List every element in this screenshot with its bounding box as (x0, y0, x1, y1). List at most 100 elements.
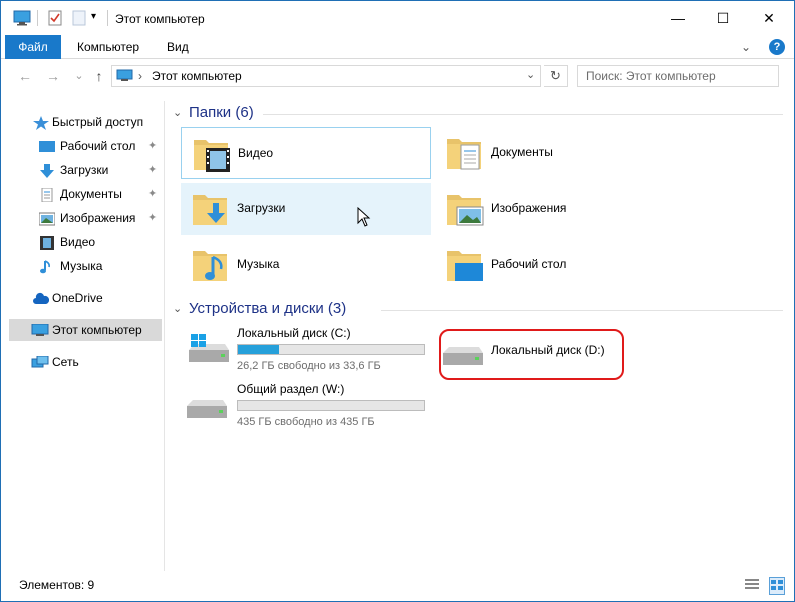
details-view-icon[interactable] (745, 578, 759, 593)
folder-label: Музыка (237, 257, 280, 271)
sidebar-item-label: Загрузки (60, 163, 109, 177)
drive-free-space: 26,2 ГБ свободно из 33,6 ГБ (237, 360, 381, 372)
drive-name: Общий раздел (W:) (237, 382, 345, 396)
items-count: Элементов: 9 (19, 578, 95, 592)
sidebar-item-videos[interactable]: Видео (1, 231, 161, 253)
customize-toolbar-icon[interactable]: ▾ (91, 11, 96, 29)
drive-usage-bar (237, 344, 425, 355)
video-folder-icon (192, 134, 230, 174)
folder-label: Загрузки (237, 201, 286, 215)
navigation-pane: Быстрый доступ Рабочий стол ✦ Загрузки ✦… (1, 101, 165, 571)
folder-label: Видео (238, 146, 274, 160)
network-icon (31, 355, 49, 369)
document-icon (39, 187, 55, 203)
tiles-view-icon[interactable] (769, 577, 785, 595)
folder-tile-music[interactable]: Музыка (181, 239, 431, 291)
ribbon-collapse-icon[interactable]: ⌄ (741, 35, 751, 59)
drive-w[interactable]: Общий раздел (W:) 435 ГБ свободно из 435… (181, 382, 441, 432)
maximize-button[interactable]: ☐ (700, 1, 746, 35)
cloud-icon (33, 291, 50, 305)
divider (381, 310, 783, 311)
sidebar-item-this-pc[interactable]: Этот компьютер (9, 319, 162, 341)
title-bar: ▾ Этот компьютер — ☐ ✕ (1, 1, 794, 35)
sidebar-item-quick-access[interactable]: Быстрый доступ (1, 111, 161, 133)
minimize-button[interactable]: — (655, 1, 701, 35)
drive-usage-bar (237, 400, 425, 411)
sidebar-item-desktop[interactable]: Рабочий стол ✦ (1, 135, 161, 157)
windows-drive-icon (185, 334, 231, 371)
computer-icon (116, 69, 134, 86)
folder-tile-desktop[interactable]: Рабочий стол (435, 239, 685, 291)
tab-view[interactable]: Вид (153, 35, 203, 59)
sidebar-item-label: Рабочий стол (60, 139, 136, 153)
drive-usage-fill (238, 345, 279, 354)
folder-tile-downloads[interactable]: Загрузки (181, 183, 431, 235)
chevron-down-icon: ⌄ (173, 107, 183, 119)
pin-icon[interactable]: ✦ (148, 135, 157, 157)
ribbon: Файл Компьютер Вид ⌄ ? (1, 35, 794, 59)
new-folder-icon[interactable] (71, 9, 87, 27)
maximize-icon: ☐ (716, 9, 730, 26)
help-icon[interactable]: ? (769, 39, 785, 55)
music-folder-icon (191, 245, 229, 285)
address-bar[interactable]: › Этот компьютер ⌄ (111, 65, 541, 87)
desktop-folder-icon (445, 245, 483, 285)
close-button[interactable]: ✕ (746, 1, 792, 35)
window-title: Этот компьютер (115, 12, 205, 26)
folder-tile-video[interactable]: Видео (181, 127, 431, 179)
devices-group-header[interactable]: ⌄ Устройства и диски (3) (167, 299, 787, 321)
address-dropdown-icon[interactable]: ⌄ (526, 68, 535, 81)
download-arrow-icon (39, 163, 55, 178)
sidebar-item-network[interactable]: Сеть (1, 351, 161, 373)
film-icon (39, 235, 55, 250)
pin-icon[interactable]: ✦ (148, 159, 157, 181)
computer-icon (31, 323, 49, 337)
picture-icon (38, 211, 56, 226)
folder-tile-documents[interactable]: Документы (435, 127, 685, 179)
sidebar-item-label: Документы (60, 187, 122, 201)
sidebar-item-label: Музыка (60, 259, 103, 273)
back-button[interactable]: ← (15, 67, 35, 85)
search-input[interactable]: Поиск: Этот компьютер (577, 65, 779, 87)
up-button[interactable]: ↑ (89, 67, 109, 85)
documents-folder-icon (445, 133, 483, 173)
folder-tile-pictures[interactable]: Изображения (435, 183, 685, 235)
breadcrumb[interactable]: Этот компьютер (152, 69, 242, 83)
folder-label: Рабочий стол (491, 257, 567, 271)
drive-icon (185, 396, 231, 423)
computer-icon[interactable] (13, 10, 31, 28)
folders-group-header[interactable]: ⌄ Папки (6) (167, 103, 787, 125)
sidebar-item-label: Изображения (60, 211, 136, 225)
sidebar-item-music[interactable]: Музыка (1, 255, 161, 277)
pin-icon[interactable]: ✦ (148, 183, 157, 205)
drive-c[interactable]: Локальный диск (C:) 26,2 ГБ свободно из … (181, 326, 441, 376)
sidebar-item-documents[interactable]: Документы ✦ (1, 183, 161, 205)
properties-icon[interactable] (47, 9, 63, 27)
recent-locations-button[interactable]: ⌄ (69, 67, 89, 85)
pin-icon[interactable]: ✦ (148, 207, 157, 229)
drive-name: Локальный диск (C:) (237, 326, 351, 340)
sidebar-item-label: Сеть (52, 355, 79, 369)
drive-free-space: 435 ГБ свободно из 435 ГБ (237, 416, 375, 428)
separator (37, 10, 38, 26)
highlight-ring (439, 329, 624, 380)
minimize-icon: — (671, 10, 685, 26)
breadcrumb-separator: › (138, 69, 142, 83)
explorer-window: ▾ Этот компьютер — ☐ ✕ Файл Компьютер Ви… (0, 0, 795, 602)
tab-file[interactable]: Файл (5, 35, 61, 59)
star-icon (33, 115, 49, 130)
downloads-folder-icon (191, 189, 229, 229)
music-note-icon (39, 259, 55, 274)
mouse-cursor-icon (357, 206, 371, 230)
pictures-folder-icon (445, 189, 484, 229)
tab-computer[interactable]: Компьютер (63, 35, 153, 59)
close-icon: ✕ (763, 9, 775, 26)
forward-button[interactable]: → (43, 67, 63, 85)
sidebar-item-onedrive[interactable]: OneDrive (1, 287, 161, 309)
sidebar-item-downloads[interactable]: Загрузки ✦ (1, 159, 161, 181)
separator (107, 10, 108, 26)
status-bar: Элементов: 9 (1, 573, 794, 601)
refresh-button[interactable]: ↻ (544, 65, 568, 87)
sidebar-item-pictures[interactable]: Изображения ✦ (1, 207, 161, 229)
group-title: Папки (6) (189, 104, 254, 121)
